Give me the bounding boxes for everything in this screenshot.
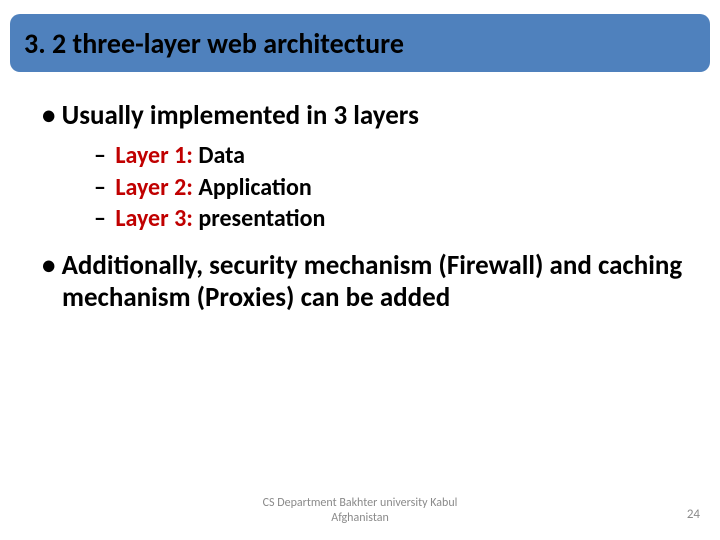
bullet-item: Usually implemented in 3 layers [34,100,692,132]
bullet-item: Additionally, security mechanism (Firewa… [34,250,692,315]
slide-footer: CS Department Bakhter university Kabul A… [0,496,720,526]
page-number: 24 [687,507,700,522]
layer-value: Data [198,141,245,170]
dash-icon: – [94,204,106,233]
slide-title: 3. 2 three-layer web architecture [24,26,404,61]
slide-title-bar: 3. 2 three-layer web architecture [10,14,710,72]
dash-icon: – [94,141,106,170]
layer-value: Application [198,173,311,202]
layer-label: Layer 3: [115,204,192,233]
layer-item: – Layer 2: Application [94,172,692,203]
slide-body: Usually implemented in 3 layers – Layer … [34,100,692,323]
layer-list: – Layer 1: Data – Layer 2: Application –… [94,140,692,234]
footer-line: Afghanistan [0,511,720,526]
footer-line: CS Department Bakhter university Kabul [0,496,720,511]
layer-value: presentation [198,204,325,233]
layer-label: Layer 1: [115,141,192,170]
layer-item: – Layer 3: presentation [94,203,692,234]
layer-label: Layer 2: [115,173,192,202]
layer-item: – Layer 1: Data [94,140,692,171]
dash-icon: – [94,173,106,202]
